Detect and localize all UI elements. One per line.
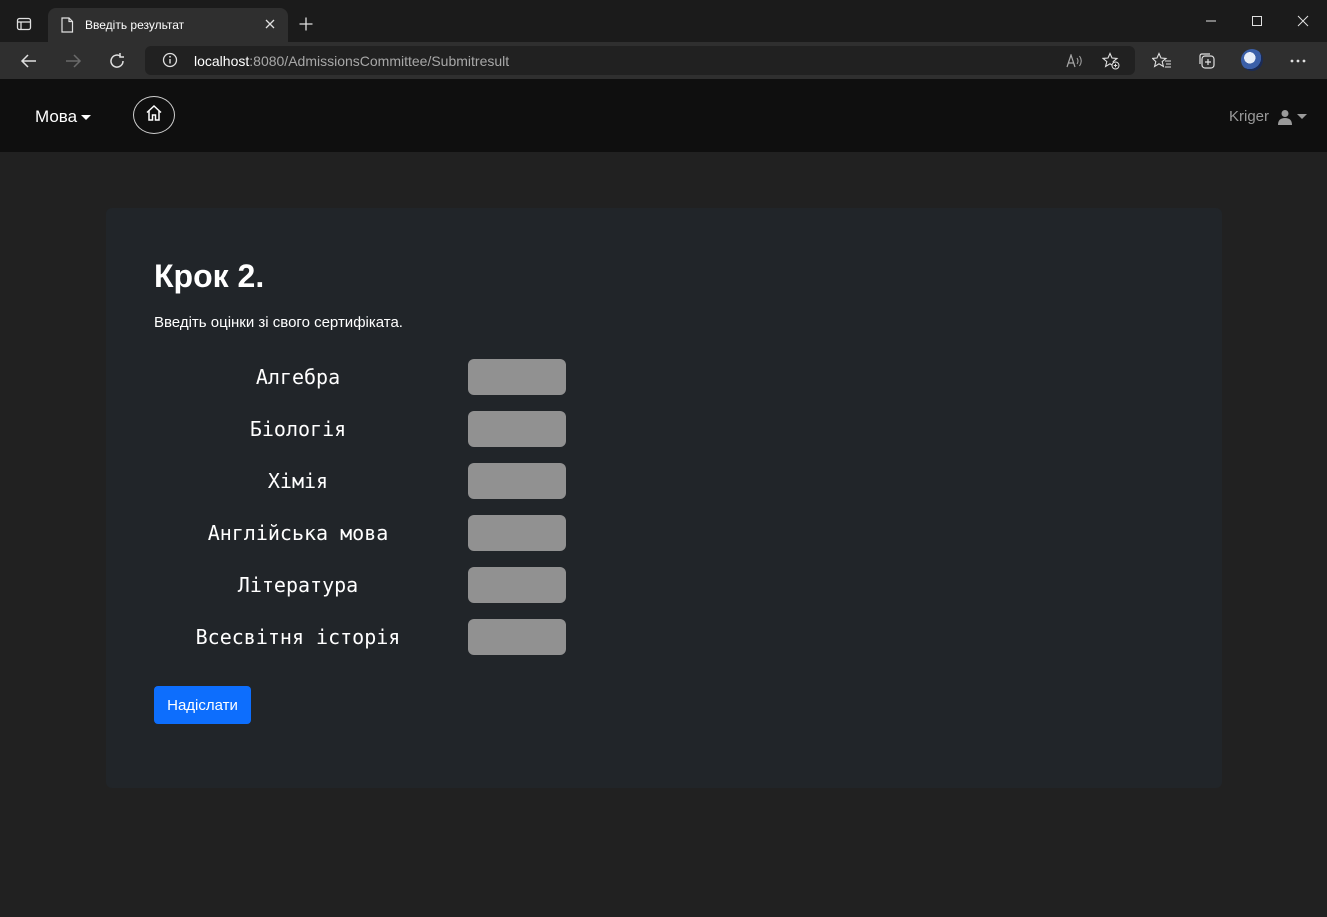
user-icon	[1277, 109, 1293, 125]
grade-input-biology[interactable]	[468, 411, 566, 447]
forward-icon[interactable]	[62, 50, 84, 72]
maximize-icon[interactable]	[1247, 11, 1267, 31]
back-icon[interactable]	[18, 50, 40, 72]
browser-toolbar: localhost:8080/AdmissionsCommittee/Submi…	[0, 42, 1327, 79]
grade-row-world-history: Всесвітня історія	[154, 619, 574, 655]
grade-input-world-history[interactable]	[468, 619, 566, 655]
language-dropdown[interactable]: Мова	[35, 107, 92, 127]
browser-tab-bar: Введіть результат	[0, 0, 1327, 42]
close-tab-icon[interactable]	[262, 16, 278, 32]
home-icon	[145, 104, 163, 126]
favorites-icon[interactable]	[1151, 50, 1173, 72]
subject-label: Хімія	[267, 469, 329, 493]
url-host: localhost	[194, 53, 250, 69]
url-path: :8080/AdmissionsCommittee/Submitresult	[249, 53, 510, 69]
page-icon	[60, 17, 74, 37]
submit-button[interactable]: Надіслати	[154, 686, 251, 724]
grade-row-biology: Біологія	[154, 411, 574, 447]
collections-icon[interactable]	[1196, 50, 1218, 72]
subject-label: Всесвітня історія	[195, 625, 401, 649]
grade-input-algebra[interactable]	[468, 359, 566, 395]
tab-actions-icon[interactable]	[14, 14, 34, 34]
subject-label: Біологія	[249, 417, 347, 441]
chevron-down-icon	[81, 114, 92, 120]
grade-row-literature: Література	[154, 567, 574, 603]
language-label: Мова	[35, 107, 78, 126]
site-navbar: Мова Kriger	[0, 79, 1327, 152]
profile-avatar[interactable]	[1241, 49, 1263, 71]
close-window-icon[interactable]	[1293, 11, 1313, 31]
grade-row-english: Англійська мова	[154, 515, 574, 551]
tab-title: Введіть результат	[85, 18, 185, 32]
username: Kriger	[1228, 108, 1269, 125]
url-text: localhost:8080/AdmissionsCommittee/Submi…	[194, 53, 509, 69]
grade-input-chemistry[interactable]	[468, 463, 566, 499]
grade-input-english[interactable]	[468, 515, 566, 551]
add-favorite-icon[interactable]	[1102, 52, 1120, 70]
subject-label: Алгебра	[255, 365, 341, 389]
subject-label: Англійська мова	[207, 521, 389, 545]
browser-tab[interactable]: Введіть результат	[48, 8, 288, 42]
site-info-icon[interactable]	[162, 52, 178, 72]
user-dropdown[interactable]: Kriger	[1229, 108, 1307, 125]
form-description: Введіть оцінки зі свого сертифіката.	[154, 314, 403, 331]
subject-label: Література	[237, 573, 359, 597]
more-options-icon[interactable]	[1287, 50, 1309, 72]
grade-input-literature[interactable]	[468, 567, 566, 603]
results-form-card: Крок 2. Введіть оцінки зі свого сертифік…	[106, 208, 1222, 788]
home-button[interactable]	[133, 96, 175, 134]
page-title: Крок 2.	[154, 258, 265, 294]
address-bar[interactable]: localhost:8080/AdmissionsCommittee/Submi…	[145, 46, 1135, 75]
refresh-icon[interactable]	[106, 50, 128, 72]
read-aloud-icon[interactable]	[1066, 53, 1084, 69]
new-tab-icon[interactable]	[296, 14, 316, 34]
grade-row-algebra: Алгебра	[154, 359, 574, 395]
chevron-down-icon	[1297, 114, 1307, 119]
minimize-icon[interactable]	[1201, 11, 1221, 31]
grade-row-chemistry: Хімія	[154, 463, 574, 499]
